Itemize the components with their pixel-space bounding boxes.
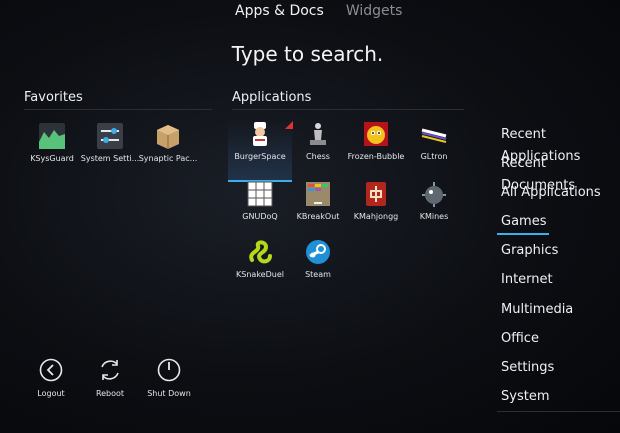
app-label: KSnakeDuel bbox=[236, 270, 284, 279]
category-divider bbox=[497, 411, 620, 412]
shutdown-button[interactable]: Shut Down bbox=[139, 358, 199, 398]
app-label: KMahjongg bbox=[353, 212, 399, 221]
app-label: Frozen-Bubble bbox=[347, 152, 405, 161]
favorite-synaptic[interactable]: Synaptic Pac... bbox=[136, 122, 200, 182]
favorite-ksysguard[interactable]: KSysGuard bbox=[20, 122, 84, 182]
shutdown-label: Shut Down bbox=[147, 389, 191, 398]
category-all-applications[interactable]: All Applications bbox=[497, 182, 620, 211]
synaptic-package-icon bbox=[157, 125, 179, 149]
app-chess[interactable]: Chess bbox=[286, 120, 350, 180]
app-frozen-bubble[interactable]: Frozen-Bubble bbox=[344, 120, 408, 180]
kmines-icon bbox=[422, 182, 446, 207]
app-label: BurgerSpace bbox=[234, 152, 286, 161]
applications-title: Applications bbox=[232, 90, 312, 105]
ksysguard-icon bbox=[39, 123, 65, 149]
reboot-button[interactable]: Reboot bbox=[80, 358, 140, 398]
app-kmines[interactable]: KMines bbox=[402, 180, 466, 240]
frozen-bubble-icon bbox=[364, 122, 388, 146]
category-recent-documents[interactable]: Recent Documents bbox=[497, 153, 620, 193]
tab-apps-docs[interactable]: Apps & Docs bbox=[235, 3, 324, 19]
burgerspace-icon bbox=[253, 122, 267, 146]
app-label: GLtron bbox=[420, 152, 448, 161]
app-kbreakout[interactable]: KBreakOut bbox=[286, 180, 350, 240]
favorite-label: System Setti... bbox=[80, 154, 140, 163]
applications-divider bbox=[232, 109, 464, 110]
search-prompt[interactable]: Type to search. bbox=[0, 42, 615, 66]
logout-label: Logout bbox=[37, 389, 65, 398]
gnudoq-icon bbox=[247, 181, 273, 207]
favorites-title: Favorites bbox=[24, 90, 83, 105]
category-games[interactable]: Games bbox=[497, 211, 620, 240]
logout-button[interactable]: Logout bbox=[21, 358, 81, 398]
app-label: KMines bbox=[419, 212, 449, 221]
tab-bar: Apps & Docs Widgets bbox=[235, 3, 402, 19]
gltron-icon bbox=[421, 128, 447, 143]
category-settings[interactable]: Settings bbox=[497, 357, 620, 386]
kmahjongg-icon bbox=[366, 182, 386, 206]
category-list: Recent Applications Recent Documents All… bbox=[497, 124, 620, 415]
shutdown-icon bbox=[157, 358, 181, 382]
app-steam[interactable]: Steam bbox=[286, 238, 350, 298]
tab-widgets[interactable]: Widgets bbox=[346, 3, 403, 19]
category-internet[interactable]: Internet bbox=[497, 269, 620, 298]
app-label: Steam bbox=[305, 270, 331, 279]
app-ksnakeduel[interactable]: KSnakeDuel bbox=[228, 238, 292, 298]
category-recent-applications[interactable]: Recent Applications bbox=[497, 124, 620, 164]
chess-icon bbox=[310, 123, 326, 145]
app-gltron[interactable]: GLtron bbox=[402, 120, 466, 180]
reboot-label: Reboot bbox=[95, 389, 125, 398]
category-multimedia[interactable]: Multimedia bbox=[497, 299, 620, 328]
favorite-label: Synaptic Pac... bbox=[138, 154, 198, 163]
steam-icon bbox=[306, 240, 330, 264]
ksnakeduel-icon bbox=[249, 240, 272, 264]
favorite-label: KSysGuard bbox=[30, 154, 74, 163]
logout-icon bbox=[39, 358, 63, 382]
category-office[interactable]: Office bbox=[497, 328, 620, 357]
system-settings-icon bbox=[97, 123, 123, 149]
app-label: Chess bbox=[306, 152, 330, 161]
app-burgerspace[interactable]: BurgerSpace bbox=[228, 120, 293, 182]
app-kmahjongg[interactable]: KMahjongg bbox=[344, 180, 408, 240]
app-gnudoq[interactable]: GNUDoQ bbox=[228, 180, 292, 240]
favorite-system-settings[interactable]: System Setti... bbox=[78, 122, 142, 182]
favorites-divider bbox=[24, 109, 212, 110]
kbreakout-icon bbox=[306, 182, 330, 206]
app-label: KBreakOut bbox=[296, 212, 340, 221]
category-graphics[interactable]: Graphics bbox=[497, 240, 620, 269]
app-label: GNUDoQ bbox=[242, 212, 278, 221]
reboot-icon bbox=[101, 360, 119, 380]
